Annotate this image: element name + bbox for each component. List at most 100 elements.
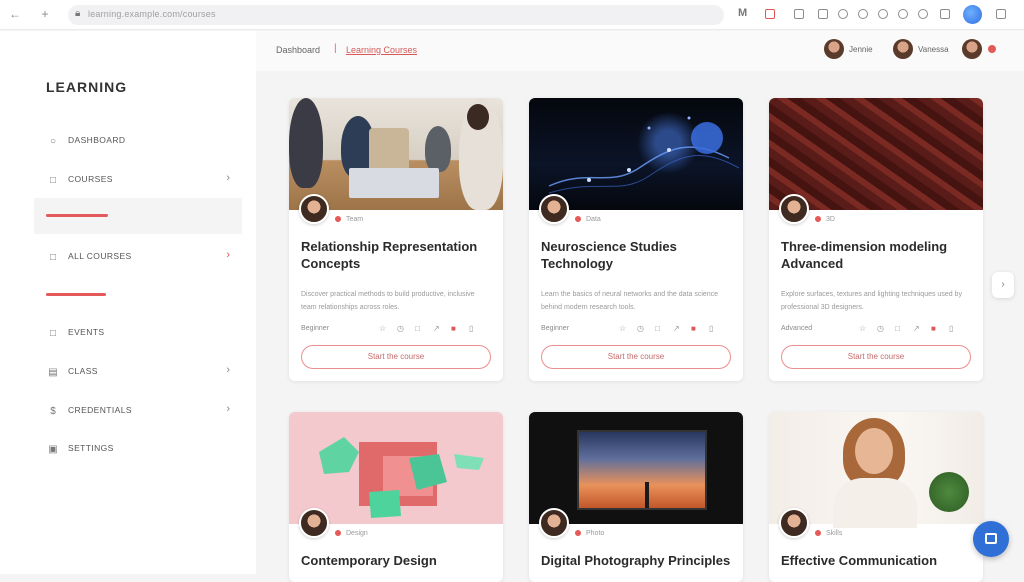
share-icon: ↗ bbox=[433, 324, 440, 333]
course-card[interactable]: Data Neuroscience Studies Technology Lea… bbox=[529, 98, 743, 381]
document-icon: ▤ bbox=[48, 367, 58, 378]
copy-icon[interactable]: ▯ bbox=[949, 324, 953, 333]
gear-icon: ▣ bbox=[48, 444, 58, 455]
avatar bbox=[893, 39, 913, 59]
course-card[interactable]: Photo Digital Photography Principles bbox=[529, 412, 743, 582]
user-name: Vanessa bbox=[918, 45, 949, 54]
bookmark-icon[interactable]: ■ bbox=[931, 324, 936, 333]
sidebar-item-label: CLASS bbox=[68, 366, 98, 376]
profile-avatar-icon[interactable] bbox=[963, 5, 982, 24]
sidebar-item-all-courses[interactable]: □ ALL COURSES › bbox=[34, 239, 242, 275]
chevron-right-icon: › bbox=[226, 172, 230, 184]
chevron-right-icon: › bbox=[226, 364, 230, 376]
sidebar-item-label: SETTINGS bbox=[68, 443, 114, 453]
course-card[interactable]: 3D Three-dimension modeling Advanced Exp… bbox=[769, 98, 983, 381]
bookmark-icon[interactable]: ■ bbox=[451, 324, 456, 333]
avatar bbox=[962, 39, 982, 59]
sidebar-item-label: DASHBOARD bbox=[68, 135, 126, 145]
browser-toolbar: ← + 🔒︎ learning.example.com/courses M bbox=[0, 0, 1024, 30]
share-icon: ↗ bbox=[673, 324, 680, 333]
chat-icon: □ bbox=[655, 324, 660, 333]
sidebar-item-dashboard[interactable]: ○ DASHBOARD bbox=[34, 123, 242, 159]
book-icon: □ bbox=[49, 175, 57, 186]
course-footer: Beginner ☆ ◷ □ ↗ ■ ▯ bbox=[301, 323, 493, 335]
copy-icon[interactable]: ▯ bbox=[709, 324, 713, 333]
address-bar[interactable]: 🔒︎ learning.example.com/courses bbox=[68, 5, 724, 25]
sidebar-item-settings[interactable]: ▣ SETTINGS bbox=[34, 431, 242, 467]
user-chip[interactable]: Jennie bbox=[824, 39, 884, 61]
course-image bbox=[289, 98, 503, 210]
star-icon: ☆ bbox=[619, 324, 627, 333]
course-title: Effective Communication bbox=[781, 553, 938, 568]
course-description: Explore surfaces, textures and lighting … bbox=[781, 291, 962, 311]
chevron-right-icon[interactable]: › bbox=[992, 272, 1014, 298]
course-image bbox=[769, 412, 983, 528]
breadcrumb-current[interactable]: Learning Courses bbox=[346, 45, 417, 55]
extension-icon[interactable] bbox=[878, 9, 888, 19]
course-title: Neuroscience Studies Technology bbox=[541, 239, 677, 271]
course-category: Skills bbox=[815, 530, 842, 537]
sidebar-item-label: ALL COURSES bbox=[68, 251, 132, 261]
course-card[interactable]: Skills Effective Communication bbox=[769, 412, 983, 582]
sidebar-item-label: CREDENTIALS bbox=[68, 405, 132, 415]
main-header: Dashboard | Learning Courses Jennie Vane… bbox=[256, 31, 1024, 71]
course-level: Advanced bbox=[781, 325, 813, 332]
extension-icon[interactable] bbox=[940, 9, 950, 19]
user-chip[interactable]: Vanessa bbox=[893, 39, 953, 61]
sidebar-item-credentials[interactable]: $ CREDENTIALS › bbox=[34, 393, 242, 429]
grid-icon: □ bbox=[49, 252, 57, 263]
star-icon: ☆ bbox=[859, 324, 867, 333]
avatar bbox=[824, 39, 844, 59]
chevron-right-icon: › bbox=[226, 249, 230, 261]
course-footer: Advanced ☆ ◷ □ ↗ ■ ▯ bbox=[781, 323, 973, 335]
sidebar-item-label: EVENTS bbox=[68, 327, 105, 337]
extension-icon[interactable] bbox=[898, 9, 908, 19]
menu-icon[interactable] bbox=[996, 9, 1006, 19]
chat-icon bbox=[985, 533, 997, 544]
extension-icon[interactable] bbox=[818, 9, 828, 19]
extension-icon[interactable] bbox=[918, 9, 928, 19]
course-card[interactable]: Team Relationship Representation Concept… bbox=[289, 98, 503, 381]
course-image bbox=[529, 412, 743, 524]
sidebar-item-events[interactable]: □ EVENTS bbox=[34, 315, 242, 351]
start-course-button[interactable]: Start the course bbox=[541, 345, 731, 369]
sidebar-item-active[interactable] bbox=[34, 198, 242, 234]
bookmark-icon[interactable]: ■ bbox=[691, 324, 696, 333]
sidebar-item-class[interactable]: ▤ CLASS › bbox=[34, 354, 242, 390]
author-avatar bbox=[779, 508, 809, 538]
extension-letter[interactable]: M bbox=[738, 7, 747, 19]
calendar-icon: □ bbox=[49, 328, 57, 339]
divider bbox=[46, 293, 106, 296]
share-icon: ↗ bbox=[913, 324, 920, 333]
breadcrumb-home[interactable]: Dashboard bbox=[276, 45, 320, 55]
extension-icon[interactable] bbox=[858, 9, 868, 19]
course-card[interactable]: Design Contemporary Design bbox=[289, 412, 503, 582]
chat-fab-button[interactable] bbox=[973, 521, 1009, 557]
user-chip[interactable] bbox=[962, 39, 1002, 61]
time-icon: ◷ bbox=[397, 324, 404, 333]
chat-icon: □ bbox=[895, 324, 900, 333]
extension-icon[interactable] bbox=[794, 9, 804, 19]
course-description: Discover practical methods to build prod… bbox=[301, 291, 475, 311]
extension-red-icon[interactable] bbox=[765, 9, 775, 19]
sidebar: LEARNING ○ DASHBOARD □ COURSES › □ ALL C… bbox=[0, 31, 256, 574]
start-course-button[interactable]: Start the course bbox=[781, 345, 971, 369]
brand-title: LEARNING bbox=[46, 79, 128, 95]
sidebar-item-courses[interactable]: □ COURSES › bbox=[34, 162, 242, 198]
new-tab-icon[interactable]: + bbox=[38, 7, 52, 21]
course-category: Team bbox=[335, 216, 363, 223]
course-category: Data bbox=[575, 216, 601, 223]
start-course-button[interactable]: Start the course bbox=[301, 345, 491, 369]
extension-icon[interactable] bbox=[838, 9, 848, 19]
author-avatar bbox=[299, 194, 329, 224]
star-icon: ☆ bbox=[379, 324, 387, 333]
back-icon[interactable]: ← bbox=[8, 7, 22, 21]
course-level: Beginner bbox=[541, 325, 570, 332]
address-url: learning.example.com/courses bbox=[88, 9, 216, 19]
user-name: Jennie bbox=[849, 45, 873, 54]
time-icon: ◷ bbox=[637, 324, 644, 333]
author-avatar bbox=[539, 194, 569, 224]
course-title: Contemporary Design bbox=[301, 553, 437, 568]
author-avatar bbox=[539, 508, 569, 538]
copy-icon[interactable]: ▯ bbox=[469, 324, 473, 333]
